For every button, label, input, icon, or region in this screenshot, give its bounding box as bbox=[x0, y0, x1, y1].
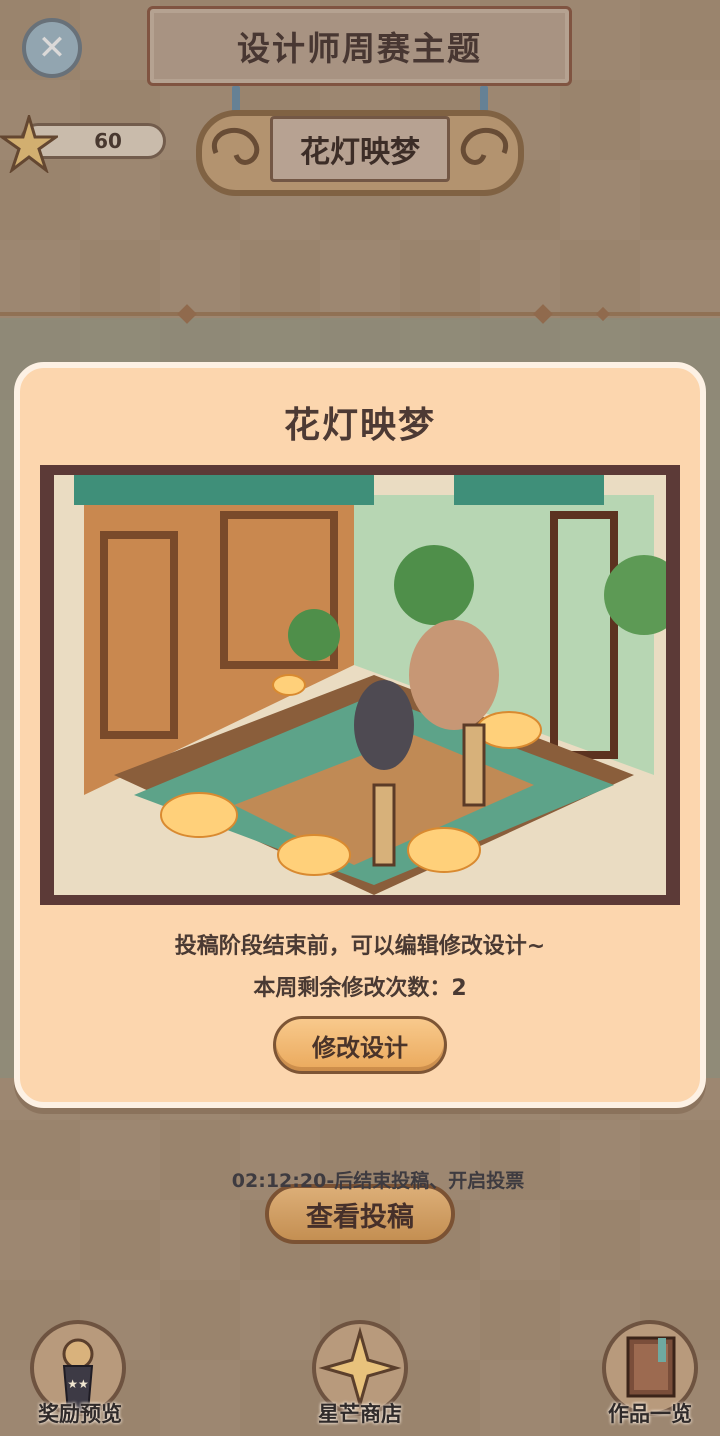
svg-text:★★: ★★ bbox=[67, 1377, 89, 1391]
view-submissions-label: 查看投稿 bbox=[306, 1201, 414, 1233]
rewards-preview-label: 奖励预览 bbox=[38, 1402, 122, 1426]
design-preview-image bbox=[54, 475, 666, 895]
remaining-edits-text: 本周剩余修改次数：2 bbox=[253, 976, 467, 1001]
edit-design-button[interactable]: 修改设计 bbox=[273, 1016, 447, 1074]
countdown-text: 02:12:20-后结束投稿、开启投票 bbox=[231, 1170, 525, 1192]
edit-design-label: 修改设计 bbox=[312, 1033, 408, 1062]
works-overview-label: 作品一览 bbox=[608, 1402, 692, 1426]
view-submissions-button[interactable]: 查看投稿 bbox=[265, 1184, 455, 1244]
modal-title: 花灯映梦 bbox=[283, 405, 436, 446]
edit-hint-text: 投稿阶段结束前，可以编辑修改设计~ bbox=[174, 934, 546, 959]
star-shop-label: 星芒商店 bbox=[318, 1402, 402, 1426]
